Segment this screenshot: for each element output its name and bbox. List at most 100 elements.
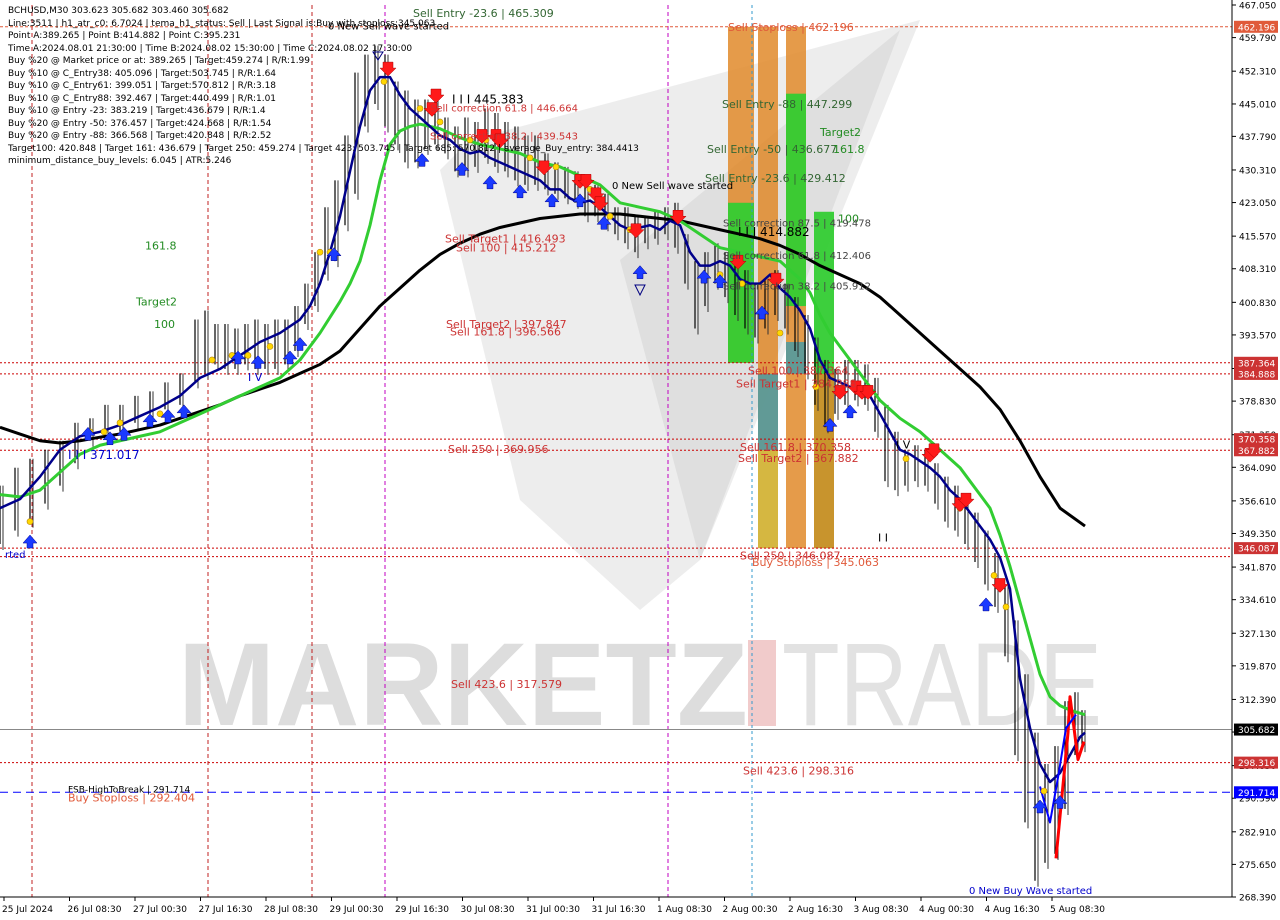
chart-annotation: 161.8 xyxy=(145,239,177,252)
price-tag-label: 346.087 xyxy=(1238,545,1275,555)
price-tag-label: 305.682 xyxy=(1238,726,1275,736)
signal-dot xyxy=(100,428,108,436)
x-tick-label: 31 Jul 00:30 xyxy=(526,905,580,915)
chart-annotation: 100 xyxy=(154,318,175,331)
indicator-info-panel: BCHUSD,M30 303.623 305.682 303.460 305.6… xyxy=(8,5,639,168)
price-tag-label: 384.888 xyxy=(1238,370,1275,380)
chart-annotation: Sell 423.6 | 298.316 xyxy=(743,764,854,777)
chart-annotation: 0 New Buy Wave started xyxy=(969,886,1092,897)
y-tick-label: 282.910 xyxy=(1239,828,1276,838)
signal-dot xyxy=(776,329,784,337)
x-tick-label: 27 Jul 16:30 xyxy=(199,905,253,915)
x-tick-label: 2 Aug 16:30 xyxy=(788,905,843,915)
chart-annotation: I I xyxy=(878,531,888,544)
info-line: Buy %10 @ C_Entry61: 399.051 | Target:57… xyxy=(8,81,277,91)
chart-annotation: Buy Stoploss | 292.404 xyxy=(68,792,195,805)
chart-annotation: Target2 xyxy=(135,296,177,309)
chart-annotation: Sell 100 | 387.364 xyxy=(748,365,849,378)
fib-zone-box xyxy=(758,450,778,549)
chart-annotation: Sell Entry -23.6 | 429.412 xyxy=(705,172,846,185)
chart-annotation: Sell Entry -88 | 447.299 xyxy=(722,98,852,111)
x-tick-label: 3 Aug 08:30 xyxy=(854,905,909,915)
x-tick-label: 27 Jul 00:30 xyxy=(133,905,187,915)
info-line: minimum_distance_buy_levels: 6.045 | ATR… xyxy=(8,156,232,166)
chart-annotation: Buy Stoploss | 345.063 xyxy=(752,556,879,569)
info-line: Line:3511 | h1_atr_c0: 6.7024 | tema_h1_… xyxy=(8,18,436,29)
y-tick-label: 319.870 xyxy=(1239,662,1276,672)
chart-annotation: Sell 161.8 | 396.566 xyxy=(450,326,561,339)
watermark-text: TRADE xyxy=(782,619,1102,751)
y-tick-label: 467.050 xyxy=(1239,2,1276,12)
y-tick-label: 356.610 xyxy=(1239,497,1276,507)
chart-window[interactable]: MARKETZ TRADE Sell Entry -23.6 | 465.309 0 … xyxy=(0,0,1280,920)
price-tag-label: 462.196 xyxy=(1238,23,1275,33)
chart-annotation: Sell 423.6 | 317.579 xyxy=(451,678,562,691)
x-tick-label: 1 Aug 08:30 xyxy=(657,905,712,915)
chart-annotation: I I I 371.017 xyxy=(68,448,140,462)
y-tick-label: 437.790 xyxy=(1239,133,1276,143)
x-tick-label: 25 Jul 2024 xyxy=(2,905,53,915)
signal-dot xyxy=(990,572,998,579)
chart-annotation: 161.8 xyxy=(833,143,865,156)
chart-annotation: Sell Target1 | 384.888 xyxy=(736,377,857,390)
x-tick-label: 4 Aug 00:30 xyxy=(919,905,974,915)
signal-dot xyxy=(244,352,252,359)
y-tick-label: 268.390 xyxy=(1239,894,1276,904)
signal-dot xyxy=(266,343,274,350)
x-tick-label: 4 Aug 16:30 xyxy=(985,905,1040,915)
info-line: Point A:389.265 | Point B:414.882 | Poin… xyxy=(8,31,241,41)
y-tick-label: 378.830 xyxy=(1239,398,1276,408)
chart-annotation: Sell Target2 | 367.882 xyxy=(738,452,859,465)
info-line: Buy %10 @ Entry -23: 383.219 | Target:43… xyxy=(8,106,266,116)
x-tick-label: 30 Jul 08:30 xyxy=(461,905,515,915)
chart-annotation: Sell Entry -50 | 436.677 xyxy=(707,143,837,156)
signal-dot xyxy=(902,455,910,463)
info-line: Buy %20 @ Entry -50: 376.457 | Target:42… xyxy=(8,118,272,129)
chart-annotation: I V xyxy=(896,438,911,451)
signal-dot xyxy=(606,212,614,220)
price-tag-label: 387.364 xyxy=(1238,359,1275,369)
x-tick-label: 29 Jul 16:30 xyxy=(395,905,449,915)
y-tick-label: 393.570 xyxy=(1239,331,1276,341)
signal-dot xyxy=(316,248,324,256)
chart-annotation: I I I 414.882 xyxy=(738,225,810,239)
y-tick-label: 423.050 xyxy=(1239,199,1276,209)
y-tick-label: 364.090 xyxy=(1239,464,1276,474)
y-tick-label: 327.130 xyxy=(1239,630,1276,640)
price-tag-label: 370.358 xyxy=(1238,436,1275,446)
y-tick-label: 400.830 xyxy=(1239,299,1276,309)
price-tag-label: 291.714 xyxy=(1238,789,1275,799)
signal-dot xyxy=(208,356,216,364)
x-tick-label: 5 Aug 08:30 xyxy=(1050,905,1105,915)
info-line: Buy %20 @ Entry -88: 366.568 | Target:42… xyxy=(8,131,272,141)
chart-annotation: I V xyxy=(248,371,263,384)
signal-dot xyxy=(1002,603,1010,611)
chart-annotation: Sell 100 | 415.212 xyxy=(456,242,557,255)
symbol-header: BCHUSD,M30 303.623 305.682 303.460 305.6… xyxy=(8,6,229,16)
info-line: Time A:2024.08.01 21:30:00 | Time B:2024… xyxy=(8,43,413,54)
x-tick-label: 2 Aug 00:30 xyxy=(723,905,778,915)
y-tick-label: 312.390 xyxy=(1239,696,1276,706)
signal-dot xyxy=(116,419,124,427)
chart-annotation: rted xyxy=(5,550,26,561)
y-tick-label: 341.870 xyxy=(1239,564,1276,574)
y-tick-label: 430.310 xyxy=(1239,166,1276,176)
info-line: Buy %10 @ C_Entry88: 392.467 | Target:44… xyxy=(8,93,277,104)
y-tick-label: 408.310 xyxy=(1239,265,1276,275)
x-tick-label: 26 Jul 08:30 xyxy=(68,905,122,915)
info-line: Target100: 420.848 | Target 161: 436.679… xyxy=(8,143,639,154)
info-line: Buy %10 @ C_Entry38: 405.096 | Target:50… xyxy=(8,68,277,79)
signal-dot xyxy=(26,518,34,525)
price-tag-label: 367.882 xyxy=(1238,447,1275,457)
y-tick-label: 452.310 xyxy=(1239,68,1276,78)
x-tick-label: 28 Jul 08:30 xyxy=(264,905,318,915)
x-tick-label: 31 Jul 16:30 xyxy=(592,905,646,915)
chart-annotation: Sell correction 38.2 | 405.912 xyxy=(723,281,871,292)
chart-annotation: Sell 250 | 369.956 xyxy=(448,443,549,456)
price-tag-label: 298.316 xyxy=(1238,759,1275,769)
y-tick-label: 334.610 xyxy=(1239,596,1276,606)
y-tick-label: 415.570 xyxy=(1239,233,1276,243)
y-tick-label: 349.350 xyxy=(1239,530,1276,540)
y-tick-label: 459.790 xyxy=(1239,34,1276,44)
x-tick-label: 29 Jul 00:30 xyxy=(330,905,384,915)
